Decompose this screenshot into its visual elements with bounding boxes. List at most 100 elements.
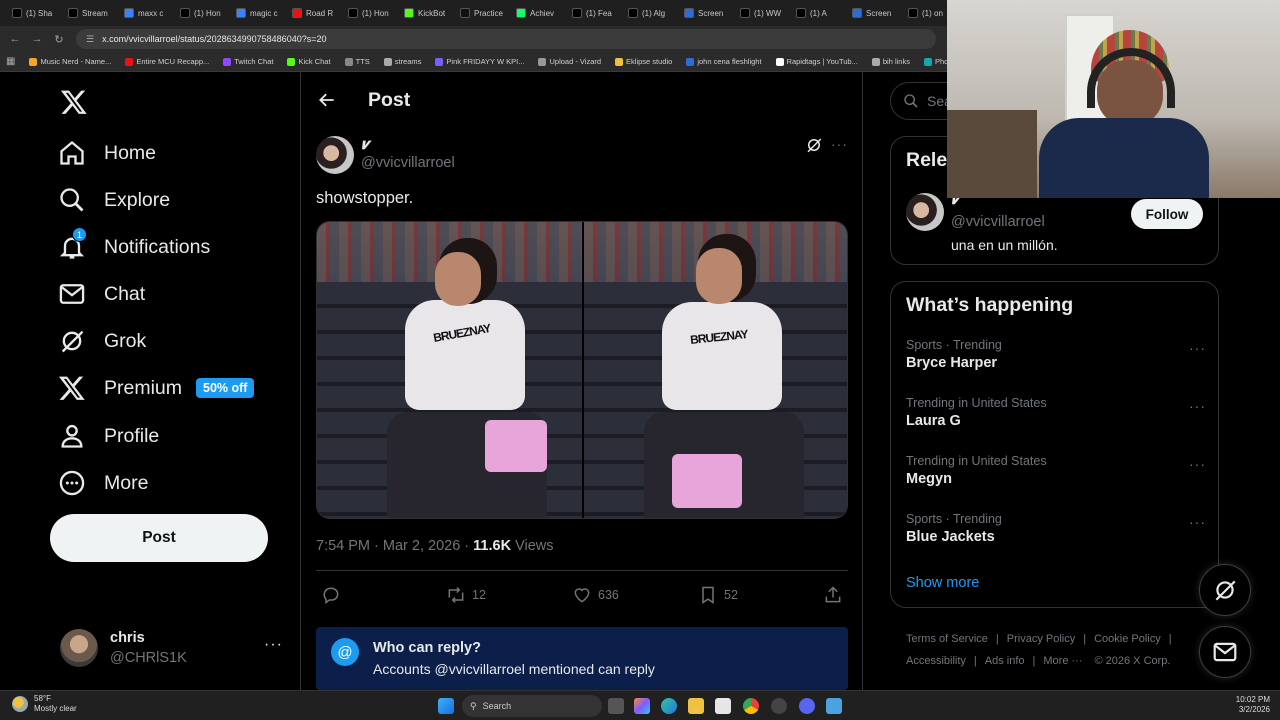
nav-home[interactable]: Home <box>58 133 156 173</box>
grok-explain-icon[interactable] <box>805 136 823 154</box>
relevant-handle[interactable]: @vvicvillarroel <box>951 214 1045 230</box>
post-options-icon[interactable]: ··· <box>831 136 848 152</box>
taskbar-clock[interactable]: 10:02 PM 3/2/2026 <box>1220 695 1270 715</box>
bookmark-item[interactable]: Entire MCU Recapp... <box>125 57 209 66</box>
nav-profile[interactable]: Profile <box>58 416 159 456</box>
author-name[interactable]: 𝒗 <box>361 136 369 153</box>
footer-link[interactable]: Ads info <box>985 655 1025 667</box>
browser-tab[interactable]: maxx c <box>118 0 174 26</box>
file-explorer-icon[interactable] <box>688 698 704 714</box>
media-image-right[interactable]: BRUEZNAY <box>584 222 847 518</box>
weather-widget[interactable]: 58°F Mostly clear <box>12 694 77 714</box>
footer-link[interactable]: Cookie Policy <box>1094 633 1161 645</box>
notepad-icon[interactable] <box>826 698 842 714</box>
reply-icon <box>323 587 339 604</box>
bookmark-item[interactable]: Eklipse studio <box>615 57 672 66</box>
nav-chat[interactable]: Chat <box>58 274 145 314</box>
trend-options-icon[interactable]: ··· <box>1189 514 1206 530</box>
browser-tab[interactable]: (1) Hon <box>174 0 230 26</box>
author-avatar[interactable] <box>316 136 354 174</box>
trend-item[interactable]: Trending in United States Megyn ··· <box>906 454 1206 487</box>
site-info-icon[interactable]: ☰ <box>86 34 94 45</box>
trend-options-icon[interactable]: ··· <box>1189 398 1206 414</box>
browser-tab[interactable]: magic c <box>230 0 286 26</box>
nav-more[interactable]: More <box>58 463 148 503</box>
back-arrow-icon[interactable] <box>317 90 337 110</box>
relevant-avatar[interactable] <box>906 193 944 231</box>
repost-button[interactable]: 12 <box>446 585 486 605</box>
reload-icon[interactable]: ↻ <box>48 33 70 46</box>
trend-options-icon[interactable]: ··· <box>1189 456 1206 472</box>
post-timestamp[interactable]: 7:54 PM · Mar 2, 2026 · <box>316 538 473 554</box>
share-button[interactable] <box>823 585 843 605</box>
browser-tab[interactable]: (1) A <box>790 0 846 26</box>
browser-tab[interactable]: Stream <box>62 0 118 26</box>
obs-icon[interactable] <box>771 698 787 714</box>
task-view-icon[interactable] <box>608 698 624 714</box>
bookmark-item[interactable]: Upload - Vizard <box>538 57 601 66</box>
author-handle[interactable]: @vvicvillarroel <box>361 155 455 171</box>
bookmark-item[interactable]: Music Nerd - Name... <box>29 57 111 66</box>
trend-category: Trending in United States <box>906 396 1047 410</box>
bookmark-item[interactable]: Kick Chat <box>287 57 331 66</box>
bookmark-item[interactable]: bih links <box>871 57 910 66</box>
store-icon[interactable] <box>715 698 731 714</box>
forward-icon[interactable]: → <box>26 33 48 45</box>
media-image-left[interactable]: BRUEZNAY <box>317 222 582 518</box>
browser-tab[interactable]: Achiev <box>510 0 566 26</box>
nav-premium[interactable]: Premium 50% off <box>58 368 255 408</box>
browser-tab[interactable]: KickBot <box>398 0 454 26</box>
bookmark-item[interactable]: Rapidtags | YouTub... <box>775 57 858 66</box>
footer-link[interactable]: Accessibility <box>906 655 966 667</box>
bookmark-item[interactable]: john cena fleshlight <box>686 57 762 66</box>
like-button[interactable]: 636 <box>572 585 619 605</box>
reply-notice-text: Accounts @vvicvillarroel mentioned can r… <box>373 661 655 677</box>
nav-notifications[interactable]: 1 Notifications <box>58 227 210 267</box>
copilot-icon[interactable] <box>634 698 650 714</box>
footer-link[interactable]: More ··· <box>1043 655 1082 667</box>
url-field[interactable]: ☰ x.com/vvicvillarroel/status/2028634990… <box>76 29 936 49</box>
trend-item[interactable]: Trending in United States Laura G ··· <box>906 396 1206 429</box>
compose-post-button[interactable]: Post <box>50 514 268 562</box>
browser-tab[interactable]: Screen <box>678 0 734 26</box>
taskbar-search[interactable]: ⚲ Search <box>462 695 602 717</box>
bookmark-item[interactable]: TTS <box>344 57 370 66</box>
browser-tab[interactable]: (1) Sha <box>6 0 62 26</box>
account-options-icon[interactable]: ··· <box>264 636 283 654</box>
post-media[interactable]: BRUEZNAY BRUEZNAY <box>316 221 848 519</box>
webcam-shelf <box>947 110 1037 198</box>
tab-title: Screen <box>866 8 892 18</box>
messages-floating-button[interactable] <box>1199 626 1251 678</box>
reply-button[interactable] <box>321 585 341 605</box>
account-switcher[interactable]: chris @CHRlS1K ··· <box>60 628 284 668</box>
bookmark-item[interactable]: streams <box>383 57 421 66</box>
trend-item[interactable]: Sports · Trending Bryce Harper ··· <box>906 338 1206 371</box>
edge-icon[interactable] <box>661 698 677 714</box>
apps-icon[interactable]: ▦ <box>6 56 15 67</box>
x-logo-icon[interactable] <box>60 88 88 116</box>
bookmark-button[interactable]: 52 <box>698 585 738 605</box>
browser-tab[interactable]: Practice <box>454 0 510 26</box>
trend-item[interactable]: Sports · Trending Blue Jackets ··· <box>906 512 1206 545</box>
nav-explore[interactable]: Explore <box>58 180 170 220</box>
grok-floating-button[interactable] <box>1199 564 1251 616</box>
show-more-link[interactable]: Show more <box>906 575 979 591</box>
browser-tab[interactable]: (1) WW <box>734 0 790 26</box>
browser-tab[interactable]: Screen <box>846 0 902 26</box>
browser-tab[interactable]: (1) Alg <box>622 0 678 26</box>
browser-tab[interactable]: (1) Hon <box>342 0 398 26</box>
browser-tab[interactable]: (1) Fea <box>566 0 622 26</box>
bookmark-item[interactable]: Pink FRIDAYY W KPI... <box>435 57 524 66</box>
views-count: 11.6K <box>473 538 512 554</box>
footer-link[interactable]: Privacy Policy <box>1007 633 1075 645</box>
back-icon[interactable]: ← <box>4 33 26 45</box>
footer-link[interactable]: Terms of Service <box>906 633 988 645</box>
follow-button[interactable]: Follow <box>1131 199 1203 229</box>
nav-grok[interactable]: Grok <box>58 321 146 361</box>
windows-start-icon[interactable] <box>438 698 454 714</box>
trend-options-icon[interactable]: ··· <box>1189 340 1206 356</box>
chrome-icon[interactable] <box>743 698 759 714</box>
discord-icon[interactable] <box>799 698 815 714</box>
bookmark-item[interactable]: Twitch Chat <box>223 57 273 66</box>
browser-tab[interactable]: Road R <box>286 0 342 26</box>
